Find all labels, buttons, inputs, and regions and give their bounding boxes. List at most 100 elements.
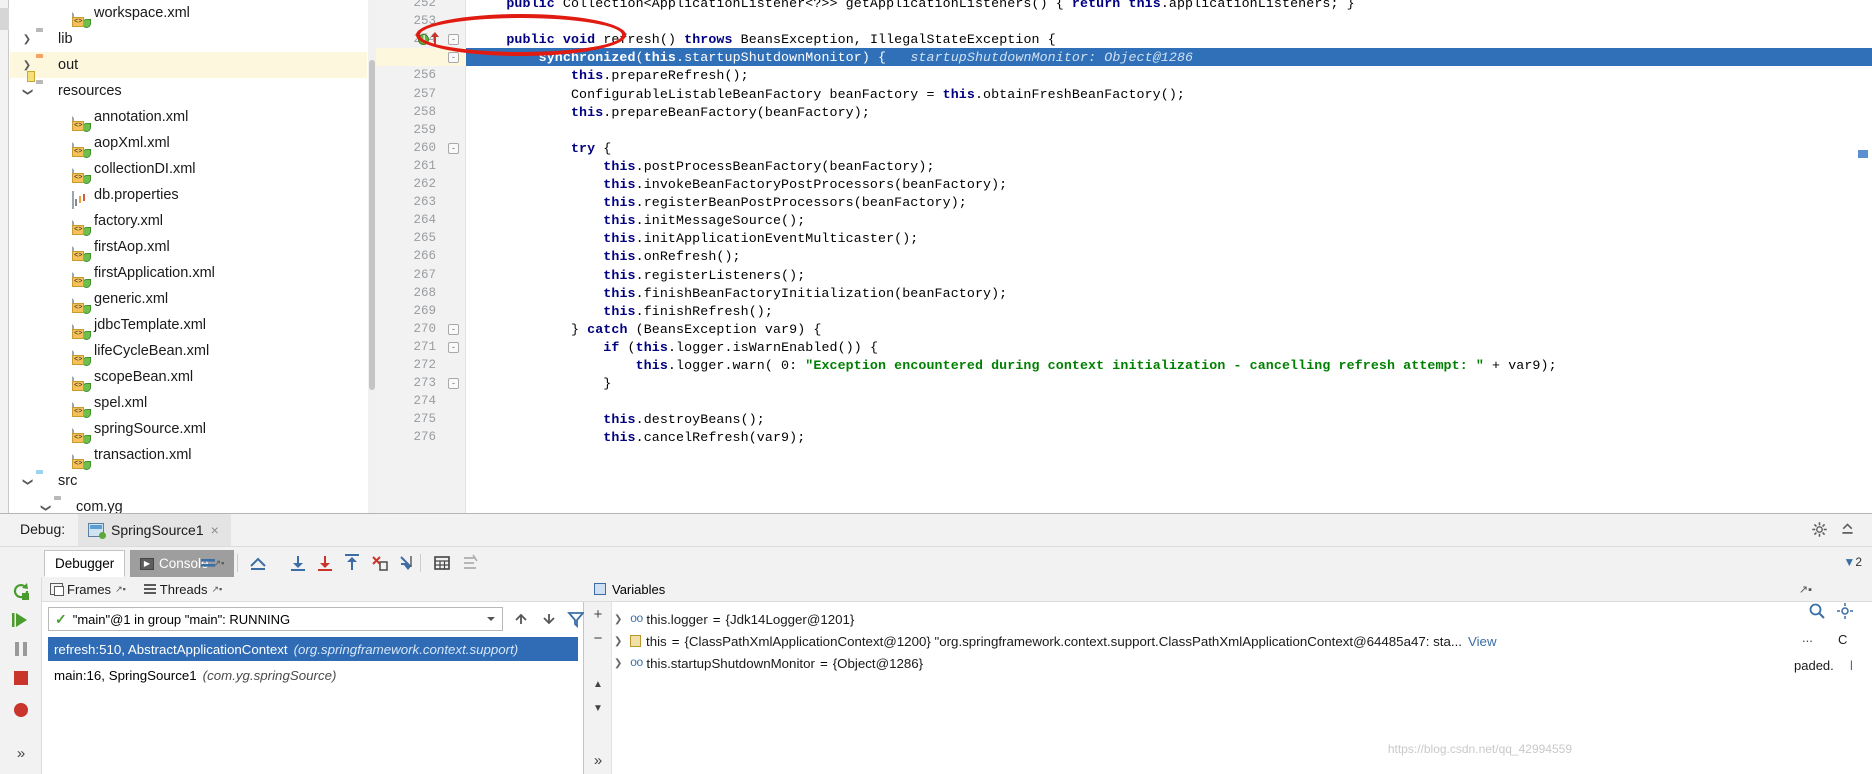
settings-lines-button[interactable] [460, 553, 480, 573]
editor-gutter[interactable]: 2522532542552562572582592602612622632642… [376, 0, 474, 513]
code-line[interactable]: this.finishRefresh(); [474, 304, 773, 319]
scrollbar-thumb[interactable] [369, 60, 375, 390]
view-link[interactable]: View [1468, 634, 1497, 649]
code-line[interactable]: this.postProcessBeanFactory(beanFactory)… [474, 159, 935, 174]
code-line[interactable]: if (this.logger.isWarnEnabled()) { [474, 340, 878, 355]
tree-item-scopebean-xml[interactable]: scopeBean.xml [10, 364, 367, 392]
run-method-icon[interactable] [418, 34, 429, 46]
project-tool-tab[interactable] [0, 8, 9, 30]
tab-threads[interactable]: Threads ↗▪ [143, 582, 223, 597]
tree-item-generic-xml[interactable]: generic.xml [10, 286, 367, 314]
chevron-right-icon[interactable] [614, 636, 630, 647]
frame-row-selected[interactable]: refresh:510, AbstractApplicationContext … [48, 637, 578, 661]
step-out-button[interactable] [342, 553, 362, 573]
code-line[interactable]: } [474, 376, 611, 391]
stop-button[interactable] [10, 667, 32, 689]
minimize-icon[interactable] [1839, 521, 1856, 538]
gutter-markers[interactable] [418, 32, 440, 48]
search-icon[interactable] [1808, 602, 1826, 620]
chevron-down-icon[interactable] [20, 78, 34, 105]
code-line[interactable]: this.destroyBeans(); [474, 412, 765, 427]
code-editor[interactable]: 2522532542552562572582592602612622632642… [368, 0, 1872, 513]
code-line[interactable]: public Collection<ApplicationListener<?>… [474, 0, 1355, 11]
code-line[interactable]: this.prepareBeanFactory(beanFactory); [474, 105, 870, 120]
run-to-cursor-button[interactable] [396, 553, 416, 573]
tree-item-out[interactable]: out [10, 52, 367, 78]
code-line[interactable]: try { [474, 141, 611, 156]
override-arrow-icon[interactable] [431, 32, 440, 46]
tree-item-spel-xml[interactable]: spel.xml [10, 390, 367, 418]
remove-watch-button[interactable]: − [589, 630, 607, 648]
tab-console[interactable]: ▶ Console ↗▪ [130, 550, 235, 577]
pin-icon[interactable]: ↗▪ [115, 584, 126, 595]
partial-link[interactable]: l [1850, 658, 1853, 673]
code-content[interactable]: public Collection<ApplicationListener<?>… [466, 0, 1872, 513]
filter-frames-button[interactable] [566, 609, 586, 629]
tree-item-factory-xml[interactable]: factory.xml [10, 208, 367, 236]
expand-strip-button[interactable]: » [10, 743, 32, 765]
tree-item-firstaop-xml[interactable]: firstAop.xml [10, 234, 367, 262]
code-line[interactable]: this.registerListeners(); [474, 268, 805, 283]
fold-toggle[interactable]: - [448, 323, 459, 335]
tab-frames[interactable]: Frames ↗▪ [50, 582, 126, 597]
more-options-button[interactable]: ... [1802, 630, 1820, 648]
fold-toggle[interactable]: - [448, 34, 459, 46]
editor-left-scrollbar[interactable] [368, 0, 376, 513]
tree-item-com-yg[interactable]: com.yg [10, 494, 367, 513]
frame-row[interactable]: main:16, SpringSource1 (com.yg.springSou… [48, 663, 578, 687]
code-line[interactable]: this.finishBeanFactoryInitialization(bea… [474, 286, 1007, 301]
chevron-right-icon[interactable] [614, 614, 630, 625]
force-step-into-button[interactable] [369, 553, 389, 573]
gear-icon[interactable] [1811, 521, 1828, 538]
chevron-right-icon[interactable] [20, 26, 34, 53]
chevron-down-icon[interactable] [38, 494, 52, 513]
code-line[interactable]: this.prepareRefresh(); [474, 68, 749, 83]
show-execution-point-button[interactable] [248, 553, 268, 573]
chevron-down-icon[interactable] [487, 617, 495, 621]
frames-down-button[interactable] [540, 610, 558, 628]
pin-icon[interactable]: ↗▪ [212, 584, 223, 595]
frames-up-button[interactable] [512, 610, 530, 628]
project-tree[interactable]: workspace.xml lib out resources annotation.x… [10, 0, 367, 513]
pin-icon[interactable]: ↗▪ [1799, 583, 1812, 596]
tab-debugger[interactable]: Debugger [44, 550, 126, 577]
tree-item-annotation-xml[interactable]: annotation.xml [10, 104, 367, 132]
variable-row[interactable]: oo this.startupShutdownMonitor = {Object… [614, 651, 923, 675]
chevron-right-icon[interactable] [614, 658, 630, 669]
tree-item-lib[interactable]: lib [10, 26, 367, 52]
fold-toggle[interactable]: - [448, 341, 459, 353]
view-breakpoints-button[interactable] [10, 699, 32, 721]
variable-row[interactable]: this = {ClassPathXmlApplicationContext@1… [614, 629, 1497, 653]
tree-item-collectiondi-xml[interactable]: collectionDI.xml [10, 156, 367, 184]
close-icon[interactable]: × [211, 522, 219, 538]
tree-item-aopxml-xml[interactable]: aopXml.xml [10, 130, 367, 158]
step-over-button[interactable] [288, 553, 308, 573]
code-line[interactable]: this.onRefresh(); [474, 249, 741, 264]
tree-item-transaction-xml[interactable]: transaction.xml [10, 442, 367, 470]
resume-button[interactable] [10, 609, 32, 631]
rerun-button[interactable] [10, 580, 32, 602]
expand-vars-button[interactable]: » [589, 752, 607, 770]
code-line[interactable]: this.initMessageSource(); [474, 213, 805, 228]
tree-item-workspace-xml[interactable]: workspace.xml [10, 0, 367, 28]
code-line[interactable]: ConfigurableListableBeanFactory beanFact… [474, 87, 1185, 102]
tree-item-lifecyclebean-xml[interactable]: lifeCycleBean.xml [10, 338, 367, 366]
code-line[interactable]: this.invokeBeanFactoryPostProcessors(bea… [474, 177, 1007, 192]
scroll-up-button[interactable]: ▲ [589, 676, 607, 694]
tree-item-resources[interactable]: resources [10, 78, 367, 104]
add-watch-button[interactable]: + [589, 606, 607, 624]
pause-button[interactable] [10, 638, 32, 660]
editor-right-marker[interactable] [1858, 150, 1868, 158]
step-into-button[interactable] [315, 553, 335, 573]
tree-item-jdbctemplate-xml[interactable]: jdbcTemplate.xml [10, 312, 367, 340]
scroll-down-button[interactable]: ▼ [589, 700, 607, 718]
thread-selector[interactable]: ✓ "main"@1 in group "main": RUNNING [48, 607, 503, 631]
tree-item-firstapplication-xml[interactable]: firstApplication.xml [10, 260, 367, 288]
chevron-down-icon[interactable] [20, 468, 34, 495]
evaluate-expression-button[interactable] [432, 553, 452, 573]
code-line[interactable]: public void refresh() throws BeansExcept… [474, 32, 1056, 47]
code-line[interactable]: this.registerBeanPostProcessors(beanFact… [474, 195, 967, 210]
code-line[interactable]: this.logger.warn( 0: "Exception encounte… [474, 358, 1557, 373]
mute-breakpoints-button[interactable] [198, 553, 218, 573]
code-line[interactable]: this.cancelRefresh(var9); [474, 430, 805, 445]
